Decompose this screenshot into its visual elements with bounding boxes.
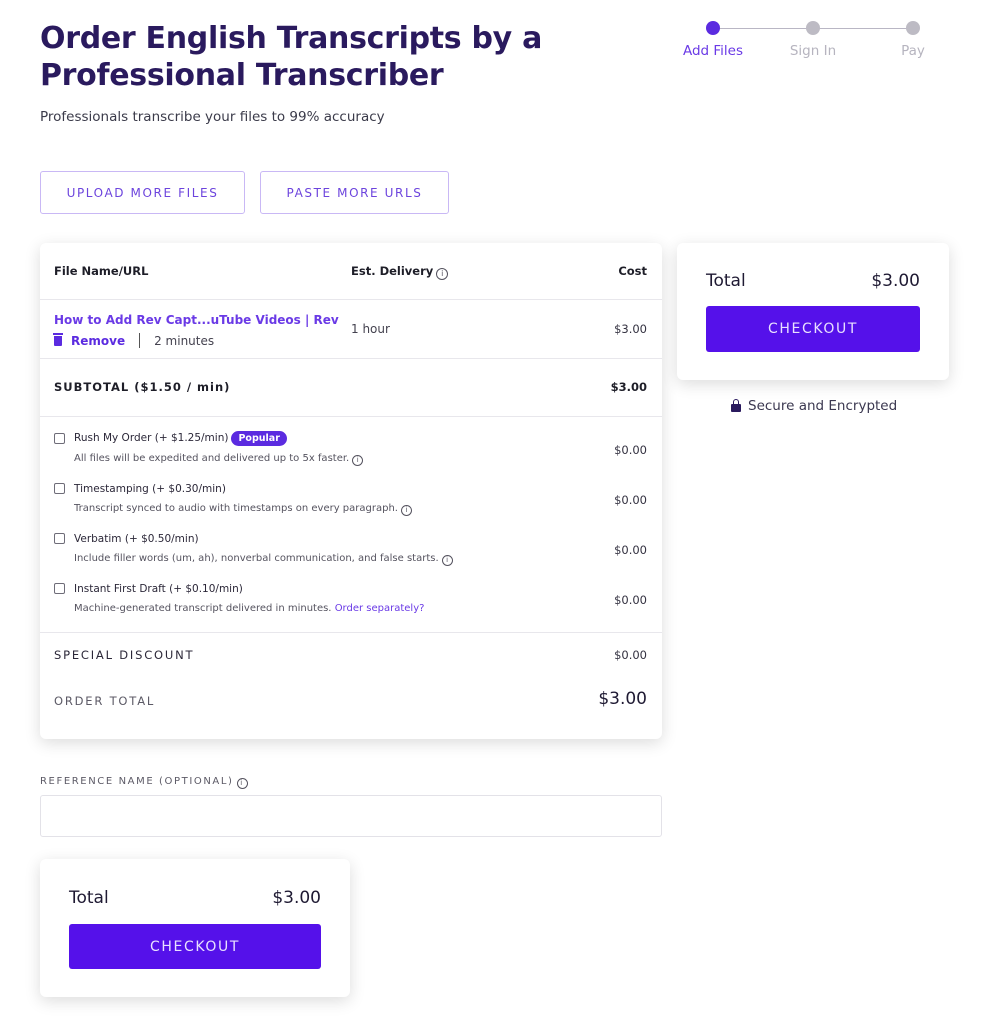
total-row: Total $3.00	[706, 271, 920, 291]
option-rush: Rush My Order (+ $1.25/min) Popular All f…	[40, 417, 662, 467]
timestamping-checkbox[interactable]	[54, 483, 65, 494]
table-row: How to Add Rev Capt...uTube Videos | Rev…	[40, 300, 662, 358]
secure-notice: Secure and Encrypted	[731, 398, 897, 414]
info-icon[interactable]: i	[441, 555, 453, 566]
step-add-files: Add Files	[673, 20, 753, 59]
upload-more-files-button[interactable]: UPLOAD MORE FILES	[40, 171, 245, 214]
subtotal-label: SUBTOTAL ($1.50 / min)	[54, 380, 231, 394]
step-sign-in: Sign In	[773, 20, 853, 59]
option-desc: All files will be expedited and delivere…	[74, 453, 364, 466]
option-timestamping: Timestamping (+ $0.30/min) Transcript sy…	[40, 467, 662, 517]
option-price: $0.00	[614, 543, 647, 557]
step-label: Pay	[901, 43, 925, 59]
paste-more-urls-button[interactable]: PASTE MORE URLS	[260, 171, 449, 214]
option-desc-text: All files will be expedited and delivere…	[74, 453, 350, 464]
subtotal-row: SUBTOTAL ($1.50 / min) $3.00	[40, 359, 662, 416]
subtotal-value: $3.00	[610, 380, 647, 394]
checkout-button[interactable]: CHECKOUT	[706, 306, 920, 352]
instant-draft-checkbox[interactable]	[54, 583, 65, 594]
checkout-summary-card: Total $3.00 CHECKOUT	[677, 243, 949, 380]
popular-badge: Popular	[231, 431, 287, 446]
info-icon[interactable]: i	[400, 505, 412, 516]
discount-value: $0.00	[614, 648, 647, 662]
order-separately-link[interactable]: Order separately?	[335, 603, 425, 614]
total-label: Total	[69, 888, 109, 908]
order-total-value: $3.00	[598, 689, 647, 709]
checkout-button-bottom[interactable]: CHECKOUT	[69, 924, 321, 969]
discount-label: SPECIAL DISCOUNT	[54, 648, 195, 662]
page-subtitle: Professionals transcribe your files to 9…	[40, 109, 385, 125]
column-header-cost: Cost	[618, 264, 647, 278]
option-title-text: Rush My Order (+ $1.25/min)	[74, 432, 229, 444]
lock-icon	[731, 398, 741, 412]
reference-name-input[interactable]	[40, 795, 662, 837]
order-total-row: ORDER TOTAL $3.00	[40, 673, 662, 723]
option-desc-text: Include filler words (um, ah), nonverbal…	[74, 553, 439, 564]
secure-label: Secure and Encrypted	[748, 398, 898, 414]
order-summary-card: File Name/URL Est. Delivery i Cost How to…	[40, 243, 662, 739]
column-header-delivery-label: Est. Delivery	[351, 264, 434, 278]
total-label: Total	[706, 271, 746, 291]
file-duration: 2 minutes	[154, 333, 215, 348]
option-desc: Include filler words (um, ah), nonverbal…	[74, 553, 453, 566]
option-price: $0.00	[614, 493, 647, 507]
discount-row: SPECIAL DISCOUNT $0.00	[40, 633, 662, 673]
option-desc: Transcript synced to audio with timestam…	[74, 503, 412, 516]
rush-checkbox[interactable]	[54, 433, 65, 444]
step-label: Sign In	[789, 43, 837, 59]
option-title: Timestamping (+ $0.30/min)	[74, 483, 226, 495]
total-row: Total $3.00	[69, 888, 321, 908]
info-icon[interactable]: i	[436, 268, 449, 280]
option-desc: Machine-generated transcript delivered i…	[74, 603, 424, 614]
page-title: Order English Transcripts by a Professio…	[40, 21, 543, 93]
info-icon[interactable]: i	[236, 778, 248, 789]
option-price: $0.00	[614, 443, 647, 457]
file-name-link[interactable]: How to Add Rev Capt...uTube Videos | Rev	[54, 313, 339, 327]
bottom-checkout-card: Total $3.00 CHECKOUT	[40, 859, 350, 997]
step-dot-icon	[906, 21, 920, 35]
option-title: Rush My Order (+ $1.25/min) Popular	[74, 431, 287, 446]
option-desc-text: Machine-generated transcript delivered i…	[74, 603, 332, 614]
option-desc-text: Transcript synced to audio with timestam…	[74, 503, 398, 514]
file-meta: Remove 2 minutes	[53, 332, 215, 348]
option-instant-first-draft: Instant First Draft (+ $0.10/min) Machin…	[40, 567, 662, 617]
total-value: $3.00	[871, 271, 920, 291]
remove-file-button[interactable]: Remove	[53, 332, 126, 348]
option-title: Instant First Draft (+ $0.10/min)	[74, 583, 243, 595]
option-title: Verbatim (+ $0.50/min)	[74, 533, 199, 545]
verbatim-checkbox[interactable]	[54, 533, 65, 544]
info-icon[interactable]: i	[352, 455, 364, 466]
trash-icon	[53, 332, 63, 346]
table-header: File Name/URL Est. Delivery i Cost	[40, 264, 662, 280]
separator	[139, 333, 141, 348]
order-total-label: ORDER TOTAL	[54, 694, 156, 708]
option-verbatim: Verbatim (+ $0.50/min) Include filler wo…	[40, 517, 662, 567]
step-label: Add Files	[682, 43, 744, 59]
reference-name-label-text: REFERENCE NAME (OPTIONAL)	[40, 776, 234, 787]
step-pay: Pay	[873, 20, 953, 59]
column-header-file: File Name/URL	[54, 264, 149, 278]
file-cost: $3.00	[614, 322, 647, 336]
file-delivery: 1 hour	[351, 322, 390, 336]
step-dot-icon	[706, 21, 720, 35]
remove-label: Remove	[71, 333, 126, 348]
option-price: $0.00	[614, 593, 647, 607]
column-header-delivery: Est. Delivery i	[351, 264, 449, 280]
step-dot-icon	[806, 21, 820, 35]
reference-name-label: REFERENCE NAME (OPTIONAL) i	[40, 776, 248, 789]
total-value: $3.00	[272, 888, 321, 908]
progress-stepper: Add Files Sign In Pay	[680, 20, 930, 65]
